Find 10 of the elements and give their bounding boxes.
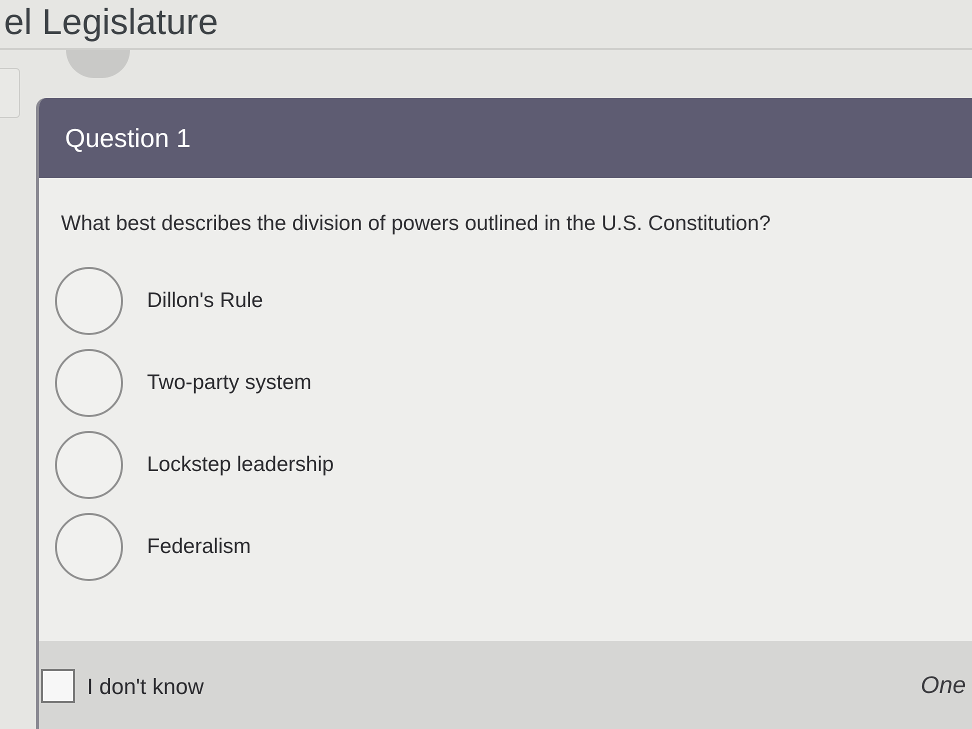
checkbox[interactable] xyxy=(41,669,75,703)
option-label[interactable]: Federalism xyxy=(147,530,251,562)
question-text: What best describes the division of powers outlined in the U.S. Constitution? xyxy=(61,211,772,237)
option-label[interactable]: Lockstep leadership xyxy=(147,448,334,480)
checkbox-label[interactable]: I don't know xyxy=(87,670,204,702)
option-label[interactable]: Two-party system xyxy=(147,366,312,398)
question-title: Question 1 xyxy=(65,122,191,154)
option-label[interactable]: Dillon's Rule xyxy=(147,284,264,316)
footer-note: One xyxy=(920,671,966,701)
page-title: el Legislature xyxy=(4,4,218,40)
